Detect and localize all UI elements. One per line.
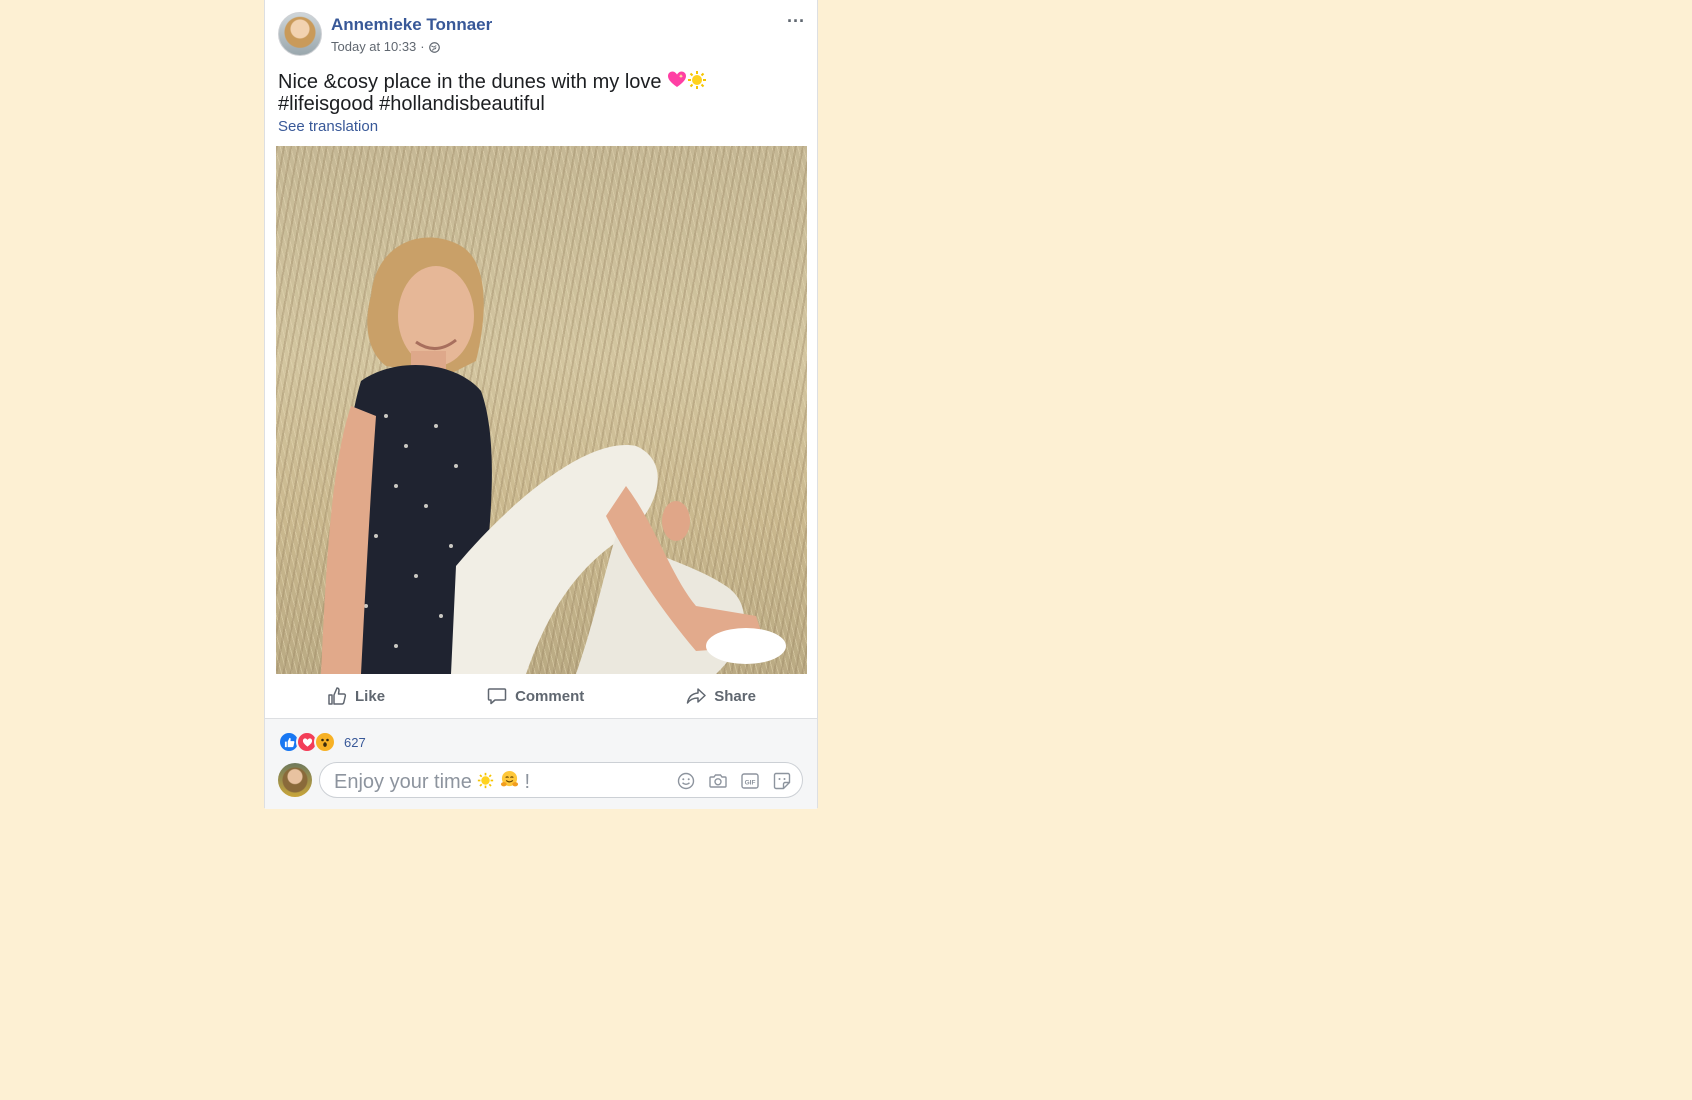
like-button[interactable]: Like	[327, 686, 385, 706]
hugging-face-icon	[500, 770, 525, 793]
emoji-icon[interactable]	[676, 771, 696, 791]
thumbs-up-icon	[327, 686, 347, 706]
post-footer: 627 Enjoy your time ! GIF	[265, 718, 817, 809]
svg-text:GIF: GIF	[745, 779, 756, 786]
comment-label: Comment	[515, 687, 585, 705]
post-timestamp[interactable]: Today at 10:33	[331, 39, 416, 54]
post-text: Nice &cosy place in the dunes with my lo…	[278, 70, 798, 114]
author-avatar[interactable]	[278, 12, 322, 56]
share-arrow-icon	[686, 686, 707, 706]
post-hashtags[interactable]: #lifeisgood #hollandisbeautiful	[278, 94, 798, 114]
photo-illustration	[276, 146, 807, 674]
post-text-line1: Nice &cosy place in the dunes with my lo…	[278, 71, 662, 93]
gif-icon[interactable]: GIF	[740, 771, 760, 791]
post-card: Annemieke Tonnaer Today at 10:33 · ··· N…	[264, 0, 818, 809]
comment-input-value: Enjoy your time !	[334, 770, 530, 794]
comment-input[interactable]: Enjoy your time ! GIF	[319, 762, 803, 798]
meta-separator: ·	[420, 39, 425, 54]
share-label: Share	[714, 687, 756, 705]
sun-icon	[687, 70, 707, 94]
sun-icon	[477, 771, 500, 793]
see-translation-link[interactable]: See translation	[278, 118, 378, 135]
comment-button[interactable]: Comment	[487, 686, 584, 706]
comment-input-suffix: !	[524, 771, 531, 793]
globe-icon[interactable]	[428, 41, 440, 53]
sparkling-heart-icon	[667, 70, 687, 94]
comment-input-text: Enjoy your time	[334, 771, 472, 793]
post-header: Annemieke Tonnaer Today at 10:33 · ···	[278, 12, 807, 58]
like-label: Like	[355, 687, 386, 705]
reaction-count[interactable]: 627	[344, 735, 366, 750]
post-photo[interactable]	[276, 146, 807, 674]
comment-tools: GIF	[676, 771, 792, 791]
post-meta: Today at 10:33 ·	[331, 39, 440, 54]
camera-icon[interactable]	[708, 771, 728, 791]
sticker-icon[interactable]	[772, 771, 792, 791]
more-options-button[interactable]: ···	[785, 12, 807, 32]
post-actions-bar: Like Comment Share	[276, 676, 807, 716]
author-name-link[interactable]: Annemieke Tonnaer	[331, 15, 492, 35]
reactions-summary[interactable]: 627	[278, 731, 366, 753]
comment-bubble-icon	[487, 686, 507, 706]
viewer-avatar[interactable]	[278, 763, 312, 797]
wow-icon	[314, 731, 336, 753]
share-button[interactable]: Share	[686, 686, 756, 706]
